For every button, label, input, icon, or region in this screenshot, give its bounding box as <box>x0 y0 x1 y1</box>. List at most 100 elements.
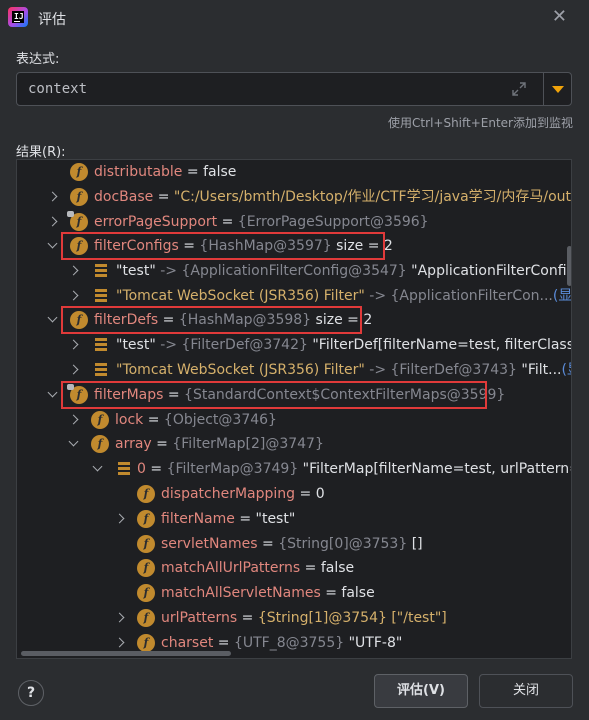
expand-arrow-icon[interactable] <box>114 612 125 623</box>
field-value: "test" <box>255 511 296 527</box>
field-value: 0 <box>315 486 325 502</box>
close-button[interactable]: 关闭 <box>479 674 573 708</box>
map-entry-icon <box>94 363 108 377</box>
field-icon: f <box>137 559 155 577</box>
field-value: false <box>203 164 237 180</box>
expression-label: 表达式: <box>16 52 60 67</box>
expression-input[interactable]: context <box>16 72 572 106</box>
expand-arrow-icon[interactable] <box>114 513 125 524</box>
field-type: {ApplicationFilterConfig@3547} <box>181 263 407 279</box>
show-link[interactable]: (显示) <box>562 362 572 378</box>
field-value: "C:/Users/bmth/Desktop/作业/CTF学习/java学习/内… <box>173 189 572 205</box>
entry-key: "test" <box>116 337 156 353</box>
tree-row[interactable]: f docBase = "C:/Users/bmth/Desktop/作业/CT… <box>17 185 572 209</box>
map-entry-icon <box>94 289 108 303</box>
tree-row[interactable]: 0 = {FilterMap@3749} "FilterMap[filterNa… <box>17 457 571 481</box>
field-name: urlPatterns <box>161 610 238 626</box>
field-extra: "FilterDef[filterName=test, filterClass=… <box>312 337 571 353</box>
entry-key: "Tomcat WebSocket (JSR356) Filter" <box>116 288 365 304</box>
evaluate-button[interactable]: 评估(V) <box>374 674 468 708</box>
show-link[interactable]: (显示) <box>553 288 571 304</box>
field-name: matchAllServletNames <box>161 585 321 601</box>
field-icon: f <box>137 510 155 528</box>
window-title: 评估 <box>38 12 66 28</box>
tree-row[interactable]: "test" -> {FilterDef@3742} "FilterDef[fi… <box>17 333 571 357</box>
field-icon: f <box>70 163 88 181</box>
tree-row[interactable]: f dispatcherMapping = 0 <box>17 482 571 506</box>
field-name: dispatcherMapping <box>161 486 296 502</box>
expand-editor-icon[interactable] <box>511 81 527 97</box>
field-extra: "Filt... <box>516 362 562 378</box>
tree-row[interactable]: f servletNames = {String[0]@3753} [] <box>17 532 571 556</box>
field-type: {Object@3746} <box>163 412 277 428</box>
field-type: {ErrorPageSupport@3596} <box>237 214 429 230</box>
field-name: distributable <box>94 164 183 180</box>
field-extra: [] <box>407 536 423 552</box>
tree-row[interactable]: f errorPageSupport = {ErrorPageSupport@3… <box>17 210 571 234</box>
field-name: docBase <box>94 189 154 205</box>
field-icon: f <box>70 188 88 206</box>
horizontal-scrollbar[interactable] <box>21 651 231 656</box>
highlight-box <box>61 306 362 334</box>
field-type: {ApplicationFilterCon... <box>390 288 553 304</box>
field-type: {String[0]@3753} <box>278 536 408 552</box>
tree-row[interactable]: "test" -> {ApplicationFilterConfig@3547}… <box>17 259 571 283</box>
field-name: charset <box>161 635 214 651</box>
expression-value[interactable]: context <box>28 81 87 97</box>
field-type: {FilterDef@3742} <box>181 337 308 353</box>
title-bar: IJ 评估 ✕ <box>0 0 589 36</box>
tree-row[interactable]: f distributable = false <box>17 160 571 184</box>
field-icon: f <box>137 584 155 602</box>
field-icon: f <box>91 435 109 453</box>
tree-row[interactable]: "Tomcat WebSocket (JSR356) Filter" -> {A… <box>17 284 571 308</box>
results-label: 结果(R): <box>16 145 66 160</box>
expand-arrow-icon[interactable] <box>68 290 79 301</box>
expand-arrow-icon[interactable] <box>68 339 79 350</box>
field-name: array <box>115 436 152 452</box>
expand-arrow-icon[interactable] <box>68 364 79 375</box>
tree-row[interactable]: f matchAllUrlPatterns = false <box>17 556 571 580</box>
tree-row[interactable]: f lock = {Object@3746} <box>17 408 571 432</box>
expand-arrow-icon[interactable] <box>68 414 79 425</box>
entry-key: "Tomcat WebSocket (JSR356) Filter" <box>116 362 365 378</box>
field-type: {FilterMap[2]@3747} <box>172 436 324 452</box>
field-value: false <box>320 560 355 576</box>
field-type: {FilterMap@3749} <box>166 461 299 477</box>
tree-row[interactable]: f urlPatterns = {String[1]@3754} ["/test… <box>17 606 571 630</box>
expand-arrow-icon[interactable] <box>47 191 58 202</box>
highlight-box <box>61 232 385 260</box>
field-name: errorPageSupport <box>94 214 218 230</box>
field-extra: "ApplicationFilterConfig[na <box>411 263 571 279</box>
tree-row[interactable]: f array = {FilterMap[2]@3747} <box>17 432 571 456</box>
field-name: 0 <box>137 461 146 477</box>
collapse-arrow-icon[interactable] <box>47 387 58 398</box>
map-entry-icon <box>94 264 108 278</box>
collapse-arrow-icon[interactable] <box>92 461 103 472</box>
field-name: servletNames <box>161 536 258 552</box>
results-tree[interactable]: f distributable = false f docBase = "C:/… <box>16 159 572 659</box>
field-name: lock <box>115 412 144 428</box>
highlight-box <box>61 381 487 409</box>
history-dropdown-button[interactable] <box>544 73 572 105</box>
add-to-watch-hint: 使用Ctrl+Shift+Enter添加到监视 <box>388 116 573 130</box>
field-icon: f <box>91 411 109 429</box>
collapse-arrow-icon[interactable] <box>47 238 58 249</box>
expand-arrow-icon[interactable] <box>68 265 79 276</box>
array-element-icon <box>117 462 131 476</box>
field-value: {String[1]@3754} ["/test"] <box>257 610 447 626</box>
collapse-arrow-icon[interactable] <box>47 312 58 323</box>
close-icon[interactable]: ✕ <box>552 6 567 27</box>
expand-arrow-icon[interactable] <box>114 637 125 648</box>
tree-row[interactable]: f matchAllServletNames = false <box>17 581 571 605</box>
expand-arrow-icon[interactable] <box>47 216 58 227</box>
tree-row[interactable]: f filterName = "test" <box>17 507 571 531</box>
help-button[interactable]: ? <box>18 680 44 706</box>
field-name: filterName <box>161 511 235 527</box>
field-type: {FilterDef@3743} <box>390 362 517 378</box>
collapse-arrow-icon[interactable] <box>68 436 79 447</box>
field-name: matchAllUrlPatterns <box>161 560 301 576</box>
map-entry-icon <box>94 338 108 352</box>
vertical-scrollbar[interactable] <box>567 246 571 286</box>
field-icon: f <box>137 535 155 553</box>
tree-row[interactable]: "Tomcat WebSocket (JSR356) Filter" -> {F… <box>17 358 572 382</box>
